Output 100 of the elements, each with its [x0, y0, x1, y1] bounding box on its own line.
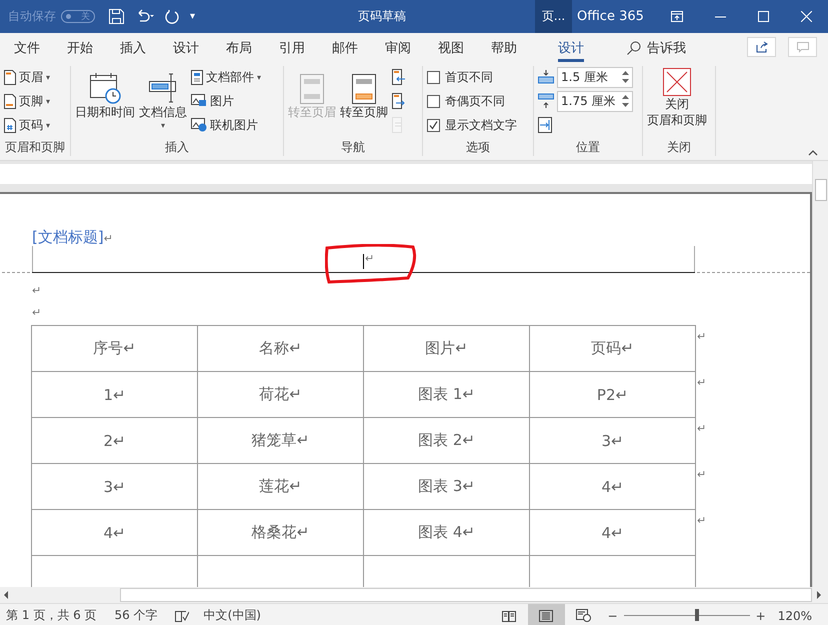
table-cell: 格桑花↵: [198, 510, 364, 556]
table-cell: 1↵: [32, 372, 198, 418]
tell-me-field[interactable]: 告诉我: [647, 38, 686, 56]
proofing-icon[interactable]: [174, 610, 189, 622]
text-cursor: [363, 254, 364, 269]
language-status[interactable]: 中文(中国): [204, 607, 261, 624]
ribbon-button[interactable]: 文档信息 ▾: [139, 66, 187, 138]
scrollbar-thumb[interactable]: [120, 588, 812, 602]
spin-field[interactable]: 1.5 厘米: [557, 66, 633, 88]
page-count[interactable]: 第 1 页，共 6 页: [6, 607, 97, 624]
checkbox[interactable]: 首页不同: [427, 66, 517, 88]
ribbon-tab[interactable]: 审阅: [385, 33, 411, 62]
table-cell: 图表 2↵: [364, 418, 530, 464]
header-title-placeholder[interactable]: [文档标题]↵: [32, 228, 113, 247]
table-cell: 猪笼草↵: [198, 418, 364, 464]
spin-arrows-icon[interactable]: [622, 70, 629, 84]
row-end-mark: ↵: [697, 330, 706, 343]
table-cell: 名称↵: [198, 326, 364, 372]
web-layout-icon: [576, 609, 591, 622]
context-tab-label: 页...: [535, 0, 572, 33]
ribbon-button[interactable]: 日期和时间: [75, 66, 135, 138]
row-end-mark: ↵: [697, 422, 706, 435]
table-cell: 4↵: [530, 510, 696, 556]
row-end-mark: ↵: [697, 514, 706, 527]
paragraph-mark: ↵: [365, 252, 374, 265]
footer-position-icon: [538, 93, 554, 109]
checkmark-icon: [429, 120, 438, 130]
table-cell: 3↵: [530, 418, 696, 464]
close-header-footer-button[interactable]: 关闭 页眉和页脚: [647, 66, 707, 138]
ribbon-button[interactable]: 转至页脚: [340, 66, 388, 138]
view-button[interactable]: [528, 604, 565, 625]
spin-arrows-icon[interactable]: [622, 94, 629, 108]
document-parts-icon: [191, 70, 203, 84]
share-button[interactable]: [747, 37, 776, 57]
group-label: 插入: [164, 139, 190, 156]
ribbon-button[interactable]: 页码 ▾: [4, 114, 50, 136]
zoom-in-button[interactable]: +: [756, 608, 766, 622]
table-cell: 2↵: [32, 418, 198, 464]
page-number-icon: [4, 118, 16, 132]
group-label: 页眉和页脚: [4, 139, 66, 156]
zoom-slider-thumb[interactable]: [694, 609, 699, 621]
table-cell: P2↵: [530, 372, 696, 418]
group-label: 位置: [575, 139, 601, 156]
group-label: 选项: [465, 139, 491, 156]
go-to-footer-icon: [352, 74, 376, 104]
save-icon[interactable]: [109, 9, 124, 24]
close-icon[interactable]: [801, 11, 812, 22]
ribbon-tab[interactable]: 文件: [14, 33, 40, 62]
minimize-icon[interactable]: [715, 16, 726, 18]
comment-icon: [796, 42, 808, 52]
calendar-clock-icon: [89, 72, 121, 104]
share-icon: [756, 41, 768, 53]
online-picture-icon: [191, 118, 207, 132]
ribbon-tab[interactable]: 帮助: [491, 33, 517, 62]
ribbon-tab[interactable]: 视图: [438, 33, 464, 62]
table-cell: 图表 4↵: [364, 510, 530, 556]
footer-icon: [4, 94, 16, 108]
customize-toolbar-button[interactable]: ▾: [190, 11, 196, 22]
maximize-icon[interactable]: [758, 11, 769, 22]
autosave-label: 自动保存: [8, 8, 56, 25]
ribbon-tab[interactable]: 设计: [173, 33, 199, 62]
group-label: 导航: [340, 139, 366, 156]
ribbon-button[interactable]: 文档部件 ▾: [191, 66, 262, 88]
group-label: 关闭: [666, 139, 692, 156]
ribbon-tab[interactable]: 布局: [226, 33, 252, 62]
read-mode-icon: [502, 610, 516, 622]
close-x-icon: [663, 68, 691, 96]
window-title: 页码草稿: [358, 8, 406, 25]
word-count[interactable]: 56 个字: [114, 607, 158, 624]
table-cell: 图表 1↵: [364, 372, 530, 418]
ribbon-button[interactable]: 页眉 ▾: [4, 66, 50, 88]
ribbon-tab[interactable]: 引用: [279, 33, 305, 62]
ribbon-tab[interactable]: 邮件: [332, 33, 358, 62]
spin-field[interactable]: 1.75 厘米: [557, 90, 633, 112]
ribbon-button[interactable]: 页脚 ▾: [4, 90, 50, 112]
ribbon-tab[interactable]: 插入: [120, 33, 146, 62]
redo-icon[interactable]: [164, 8, 180, 24]
account-label: Office 365: [577, 9, 644, 24]
ribbon-button[interactable]: 联机图片: [191, 114, 262, 136]
table-cell: 序号↵: [32, 326, 198, 372]
checkbox[interactable]: 奇偶页不同: [427, 90, 517, 112]
ribbon-tab[interactable]: 开始: [67, 33, 93, 62]
search-icon: [627, 40, 641, 54]
go-to-header-icon: [300, 74, 324, 104]
table-cell: 3↵: [32, 464, 198, 510]
ribbon-display-icon[interactable]: [671, 11, 683, 22]
picture-icon: [191, 94, 207, 108]
collapse-ribbon-icon[interactable]: [808, 150, 818, 156]
row-end-mark: ↵: [697, 468, 706, 481]
document-info-icon: [148, 72, 178, 104]
scrollbar-thumb[interactable]: [815, 179, 827, 201]
table-cell: 4↵: [32, 510, 198, 556]
zoom-out-button[interactable]: −: [608, 608, 618, 622]
checkbox[interactable]: 显示文档文字: [427, 114, 517, 136]
table-cell: 页码↵: [530, 326, 696, 372]
table-cell: 莲花↵: [198, 464, 364, 510]
table-cell: 4↵: [530, 464, 696, 510]
ribbon-button[interactable]: 图片: [191, 90, 262, 112]
header-icon: [4, 70, 16, 84]
zoom-percent[interactable]: 120%: [778, 608, 812, 622]
